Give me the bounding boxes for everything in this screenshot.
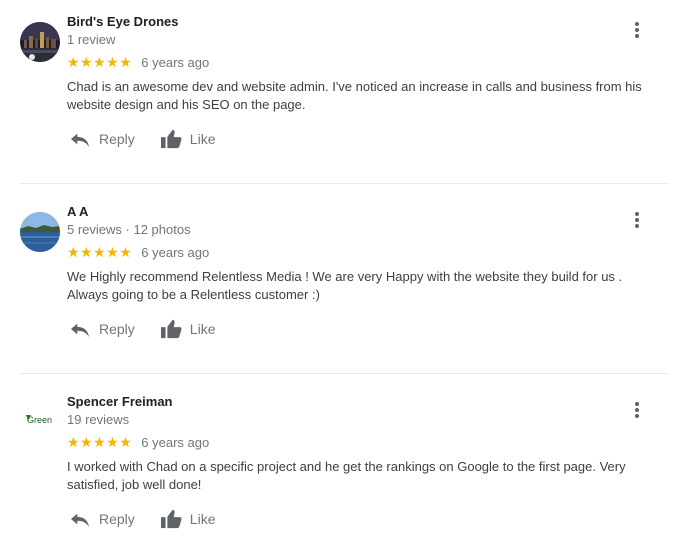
reviewer-name[interactable]: Bird's Eye Drones [67,14,178,29]
thumbs-up-icon [160,509,182,529]
rating-row: ★★★★★ 6 years ago [67,54,209,70]
reviewer-avatar[interactable] [20,212,60,252]
more-vert-icon [635,22,639,38]
like-button[interactable]: Like [160,319,216,339]
reply-button[interactable]: Reply [69,320,135,338]
reviewer-meta[interactable]: 1 review [67,32,115,47]
star-rating: ★★★★★ [67,434,133,450]
svg-text:Green: Green [27,415,52,425]
reply-icon [71,133,89,148]
reviewer-name[interactable]: A A [67,204,88,219]
review-actions: Reply Like [67,318,215,340]
thumbs-up-icon [160,129,182,149]
review-actions: Reply Like [67,508,215,530]
reply-label: Reply [99,131,135,147]
review-actions: Reply Like [67,128,215,150]
thumbs-up-icon [160,319,182,339]
more-options-button[interactable] [627,398,647,422]
star-rating: ★★★★★ [67,54,133,70]
more-options-button[interactable] [627,208,647,232]
lake-landscape-avatar-icon [20,212,60,252]
review-time: 6 years ago [141,244,210,260]
review-divider [20,373,669,374]
reviewer-avatar[interactable] [20,22,60,62]
review-time: 6 years ago [141,54,210,70]
more-vert-icon [635,212,639,228]
review-text: Chad is an awesome dev and website admin… [67,79,642,112]
like-label: Like [189,321,216,337]
rating-row: ★★★★★ 6 years ago [67,244,209,260]
like-label: Like [189,131,216,147]
reviewer-name[interactable]: Spencer Freiman [67,394,173,409]
star-rating: ★★★★★ [67,244,133,260]
reply-label: Reply [99,511,135,527]
review-time: 6 years ago [141,434,210,450]
review-text: We Highly recommend Relentless Media ! W… [67,269,623,302]
city-night-avatar-icon [20,22,60,62]
reply-label: Reply [99,321,135,337]
reply-icon [71,513,89,528]
reviewer-meta[interactable]: 19 reviews [67,412,129,427]
like-button[interactable]: Like [160,129,216,149]
green-logo-avatar-icon: Green [20,402,60,442]
review-divider [20,183,669,184]
reply-icon [71,323,89,338]
more-vert-icon [635,402,639,418]
review-text: I worked with Chad on a specific project… [67,459,626,492]
like-label: Like [189,511,216,527]
more-options-button[interactable] [627,18,647,42]
rating-row: ★★★★★ 6 years ago [67,434,209,450]
reply-button[interactable]: Reply [69,130,135,148]
like-button[interactable]: Like [160,509,216,529]
reviewer-avatar[interactable]: Green [20,402,60,442]
reviewer-meta[interactable]: 5 reviews · 12 photos [67,222,191,237]
reply-button[interactable]: Reply [69,510,135,528]
